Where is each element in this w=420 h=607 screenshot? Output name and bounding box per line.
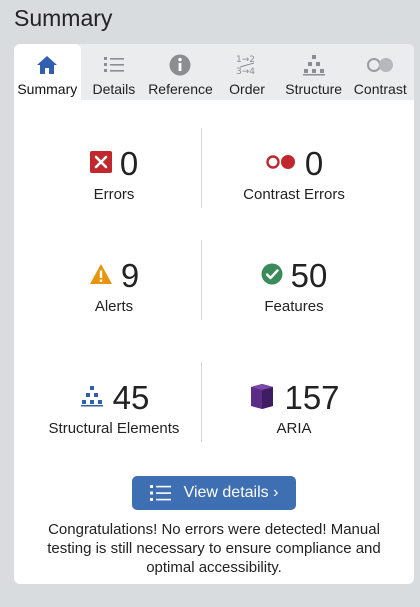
aria-icon [248,382,276,415]
structure-icon [301,52,327,78]
tab-bar: Summary Details Reference 1→2 3→4 Order … [14,44,414,100]
tab-details-label: Details [92,81,136,97]
features-label: Features [264,298,324,315]
aria-stat: 157 ARIA [200,378,388,437]
view-details-label: View details › [183,484,279,501]
contrast-errors-count: 0 [304,145,324,182]
structural-elements-icon [79,384,105,413]
alert-icon [89,263,113,290]
tab-details[interactable]: Details [81,44,148,100]
summary-panel: Summary Details Reference 1→2 3→4 Order … [14,44,414,584]
info-icon [168,52,192,78]
aria-count: 157 [284,379,340,416]
features-stat: 50 Features [200,256,388,315]
alerts-stat: 9 Alerts [20,256,208,315]
feature-icon [261,263,283,290]
tab-structure-label: Structure [285,81,343,97]
contrast-error-icon [265,152,297,177]
contrast-errors-stat: 0 Contrast Errors [200,144,388,203]
structural-elements-count: 45 [112,379,150,416]
tab-reference[interactable]: Reference [147,44,214,100]
tab-contrast-label: Contrast [353,81,407,97]
status-message: Congratulations! No errors were detected… [47,521,381,576]
home-icon [35,52,59,78]
tab-summary-label: Summary [17,81,78,97]
aria-label: ARIA [276,420,312,437]
page-title: Summary [14,5,113,31]
view-details-button[interactable]: View details › [132,476,296,510]
tab-structure[interactable]: Structure [280,44,347,100]
alerts-label: Alerts [94,298,134,315]
order-icon: 1→2 3→4 [234,52,260,78]
svg-text:3→4: 3→4 [236,67,255,77]
errors-label: Errors [93,186,135,203]
tab-summary[interactable]: Summary [14,44,81,100]
tab-contrast[interactable]: Contrast [347,44,414,100]
alerts-count: 9 [120,257,140,294]
list-icon [149,484,172,502]
errors-count: 0 [119,145,139,182]
contrast-icon [365,52,395,78]
structural-elements-label: Structural Elements [48,420,180,437]
structural-elements-stat: 45 Structural Elements [20,378,208,437]
tab-order[interactable]: 1→2 3→4 Order [214,44,281,100]
tab-reference-label: Reference [148,81,213,97]
contrast-errors-label: Contrast Errors [243,186,345,203]
error-icon [89,150,112,178]
errors-stat: 0 Errors [20,144,208,203]
list-icon [102,52,126,78]
tab-order-label: Order [229,81,265,97]
features-count: 50 [290,257,328,294]
